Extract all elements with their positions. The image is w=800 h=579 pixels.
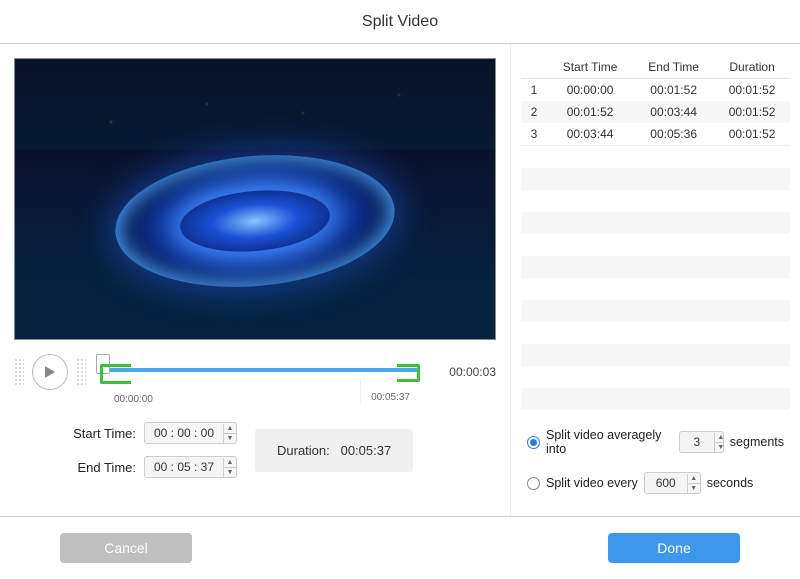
table-row[interactable]: 200:01:5200:03:4400:01:52 bbox=[521, 101, 790, 123]
table-cell: 1 bbox=[521, 79, 547, 102]
option-average-post: segments bbox=[730, 435, 784, 449]
every-seconds-input[interactable] bbox=[645, 474, 687, 492]
end-time-stepper[interactable]: ▲▼ bbox=[223, 458, 236, 477]
left-panel: 00:00:00 00:05:37 00:00:03 Start Time: ▲… bbox=[0, 44, 510, 516]
duration-value: 00:05:37 bbox=[341, 443, 392, 458]
duration-box: Duration: 00:05:37 bbox=[255, 429, 413, 472]
radio-average[interactable] bbox=[527, 436, 540, 449]
table-empty-area bbox=[521, 145, 790, 410]
footer: Cancel Done bbox=[0, 516, 800, 578]
start-time-stepper[interactable]: ▲▼ bbox=[223, 424, 236, 443]
segments-header-row: Start Time End Time Duration bbox=[521, 56, 790, 79]
average-count-spinner[interactable]: ▲▼ bbox=[679, 431, 724, 453]
table-cell: 3 bbox=[521, 123, 547, 145]
start-time-label: Start Time: bbox=[64, 426, 136, 441]
duration-label: Duration: bbox=[277, 443, 330, 458]
every-seconds-stepper[interactable]: ▲▼ bbox=[687, 474, 700, 493]
done-button[interactable]: Done bbox=[608, 533, 740, 563]
table-row[interactable]: 100:00:0000:01:5200:01:52 bbox=[521, 79, 790, 102]
timeline-row: 00:00:00 00:05:37 00:00:03 bbox=[14, 350, 496, 394]
option-average[interactable]: Split video averagely into ▲▼ segments bbox=[527, 428, 784, 456]
table-cell: 00:01:52 bbox=[714, 123, 790, 145]
col-duration: Duration bbox=[714, 56, 790, 79]
table-cell: 2 bbox=[521, 101, 547, 123]
table-cell: 00:00:00 bbox=[547, 79, 633, 102]
radio-every[interactable] bbox=[527, 477, 540, 490]
end-time-input[interactable] bbox=[145, 458, 223, 476]
timeline-start-label: 00:00:00 bbox=[100, 380, 610, 405]
table-cell: 00:01:52 bbox=[714, 79, 790, 102]
timeline-bar bbox=[102, 368, 418, 372]
preview-background bbox=[15, 59, 495, 149]
table-cell: 00:05:36 bbox=[633, 123, 714, 145]
table-row[interactable]: 300:03:4400:05:3600:01:52 bbox=[521, 123, 790, 145]
timeline-track[interactable]: 00:00:00 00:05:37 bbox=[94, 350, 426, 394]
end-time-field: End Time: ▲▼ bbox=[64, 456, 237, 478]
table-cell: 00:03:44 bbox=[547, 123, 633, 145]
col-index bbox=[521, 56, 547, 79]
option-every-pre: Split video every bbox=[546, 476, 638, 490]
segments-table: Start Time End Time Duration 100:00:0000… bbox=[521, 56, 790, 145]
start-time-input[interactable] bbox=[145, 424, 223, 442]
play-icon bbox=[43, 365, 57, 379]
cancel-button[interactable]: Cancel bbox=[60, 533, 192, 563]
preview-subject bbox=[110, 144, 400, 298]
table-cell: 00:01:52 bbox=[547, 101, 633, 123]
end-time-label: End Time: bbox=[64, 460, 136, 475]
elapsed-time: 00:00:03 bbox=[434, 365, 496, 379]
start-time-field: Start Time: ▲▼ bbox=[64, 422, 237, 444]
timeline-end-label: 00:05:37 bbox=[360, 380, 420, 403]
time-controls: Start Time: ▲▼ End Time: ▲▼ Duration: bbox=[64, 422, 496, 478]
play-button[interactable] bbox=[32, 354, 68, 390]
option-every-post: seconds bbox=[707, 476, 754, 490]
start-time-spinner[interactable]: ▲▼ bbox=[144, 422, 237, 444]
grip-right-icon bbox=[76, 358, 86, 386]
grip-left-icon bbox=[14, 358, 24, 386]
split-options: Split video averagely into ▲▼ segments S… bbox=[521, 410, 790, 516]
col-start: Start Time bbox=[547, 56, 633, 79]
table-cell: 00:01:52 bbox=[714, 101, 790, 123]
table-cell: 00:03:44 bbox=[633, 101, 714, 123]
option-average-pre: Split video averagely into bbox=[546, 428, 673, 456]
col-end: End Time bbox=[633, 56, 714, 79]
table-cell: 00:01:52 bbox=[633, 79, 714, 102]
right-panel: Start Time End Time Duration 100:00:0000… bbox=[510, 44, 800, 516]
end-time-spinner[interactable]: ▲▼ bbox=[144, 456, 237, 478]
main-content: 00:00:00 00:05:37 00:00:03 Start Time: ▲… bbox=[0, 44, 800, 516]
dialog-title: Split Video bbox=[0, 0, 800, 44]
video-preview[interactable] bbox=[14, 58, 496, 340]
average-count-stepper[interactable]: ▲▼ bbox=[714, 433, 724, 452]
option-every[interactable]: Split video every ▲▼ seconds bbox=[527, 472, 784, 494]
average-count-input[interactable] bbox=[680, 433, 714, 451]
every-seconds-spinner[interactable]: ▲▼ bbox=[644, 472, 701, 494]
